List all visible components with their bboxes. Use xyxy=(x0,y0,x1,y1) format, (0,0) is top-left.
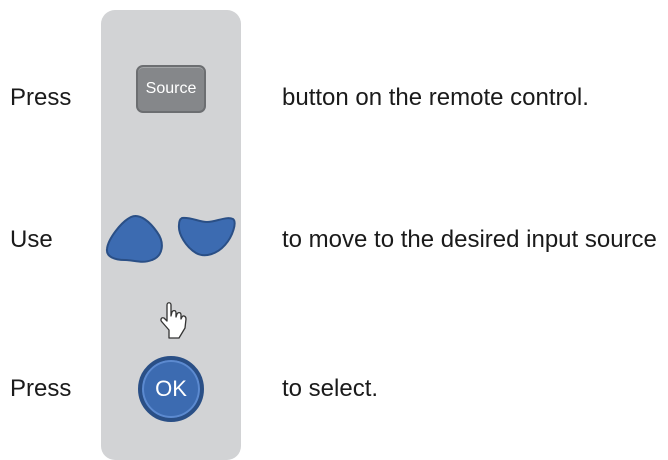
step-1-lead: Press xyxy=(10,84,72,111)
step-1-text: button on the remote control. xyxy=(282,84,589,111)
pointing-hand-icon xyxy=(160,302,187,339)
step-3-lead: Press xyxy=(10,375,72,402)
right-arrow-button-icon[interactable] xyxy=(177,214,237,258)
ok-button[interactable]: OK xyxy=(138,356,204,422)
step-3-text: to select. xyxy=(282,375,379,402)
step-2-text: to move to the desired input source xyxy=(282,226,657,253)
source-button-label: Source xyxy=(145,80,197,97)
ok-button-label: OK xyxy=(155,376,187,401)
source-button[interactable]: Source xyxy=(136,65,206,113)
step-2-lead: Use xyxy=(10,226,53,253)
left-arrow-button-icon[interactable] xyxy=(105,214,165,264)
